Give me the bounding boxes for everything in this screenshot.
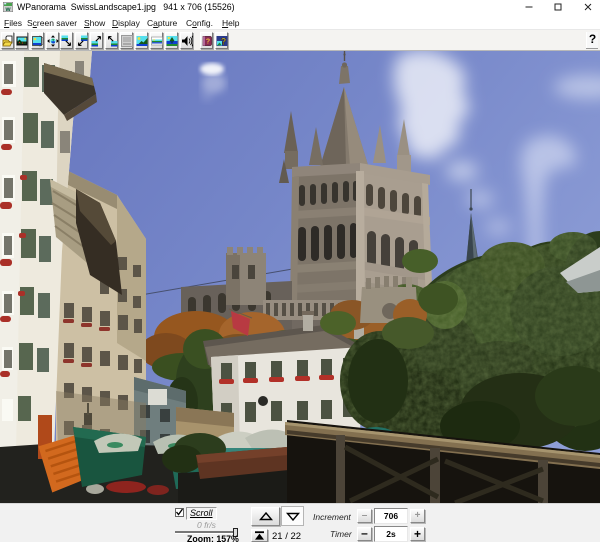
svg-text:w: w (4, 6, 11, 12)
svg-text:?: ? (206, 39, 210, 46)
svg-text:?: ? (221, 37, 227, 47)
